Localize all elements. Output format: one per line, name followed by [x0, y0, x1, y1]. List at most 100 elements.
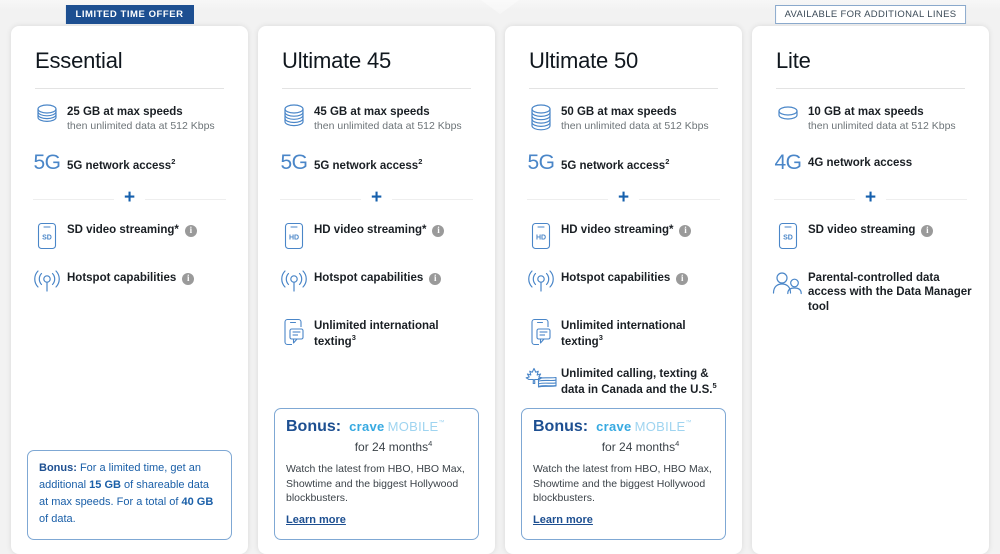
feature-label: Hotspot capabilities i — [561, 269, 689, 285]
data-allowance-text: 10 GB at max speeds then unlimited data a… — [808, 103, 956, 134]
data-allowance-text: 45 GB at max speeds then unlimited data a… — [314, 103, 462, 134]
crave-mobile-logo: crave MOBILE™ — [349, 420, 445, 433]
plan-comparison-grid: LIMITED TIME OFFER Essential 25 GB at max … — [0, 0, 1000, 554]
network-access-label: 5G network access2 — [67, 157, 176, 172]
title-divider — [776, 88, 965, 89]
bonus-text: Bonus: For a limited time, get an additi… — [39, 461, 214, 525]
phone-sd-icon: SD — [27, 221, 67, 250]
feature-item: Unlimited calling, texting & data in Can… — [521, 355, 726, 403]
feature-network-access: 5G 5G network access2 — [274, 141, 479, 183]
plus-icon: + — [123, 187, 136, 208]
data-allowance-subtitle: then unlimited data at 512 Kbps — [67, 120, 215, 133]
data-allowance-text: 50 GB at max speeds then unlimited data a… — [561, 103, 709, 134]
feature-item: Unlimited international texting3 — [274, 307, 479, 355]
feature-list-ultimate-50: 50 GB at max speeds then unlimited data a… — [521, 93, 726, 403]
info-icon[interactable]: i — [679, 224, 692, 237]
feature-label: Unlimited calling, texting & data in Can… — [561, 368, 717, 397]
feature-item: Parental-controlled data access with the… — [768, 259, 973, 316]
crave-duration: for 24 months4 — [601, 439, 680, 455]
feature-item: Hotspot capabilities i — [27, 259, 232, 307]
feature-data-allowance: 25 GB at max speeds then unlimited data a… — [27, 93, 232, 141]
title-divider — [529, 88, 718, 89]
bonus-label: Bonus: — [533, 418, 589, 436]
feature-item: HD HD video streaming* i — [274, 211, 479, 259]
international-texting-icon — [274, 317, 314, 346]
crave-header: Bonus: crave MOBILE™ — [286, 418, 467, 436]
feature-network-access: 4G 4G network access — [768, 141, 973, 183]
separator-line-left — [33, 198, 114, 200]
separator-line-right — [145, 198, 227, 200]
feature-item: SD SD video streaming* i — [27, 211, 232, 259]
learn-more-link[interactable]: Learn more — [533, 514, 593, 526]
data-allowance-subtitle: then unlimited data at 512 Kbps — [808, 120, 956, 133]
data-allowance-title: 10 GB at max speeds — [808, 106, 924, 118]
bonus-label: Bonus: — [286, 418, 342, 436]
footnote-marker: 3 — [598, 333, 603, 343]
feature-label: Parental-controlled data access with the… — [808, 272, 972, 313]
data-allowance-text: 25 GB at max speeds then unlimited data a… — [67, 103, 215, 134]
plan-title-lite: Lite — [776, 48, 811, 73]
svg-text:SD: SD — [783, 235, 793, 242]
separator-line-right — [392, 198, 474, 200]
feature-data-allowance: 50 GB at max speeds then unlimited data a… — [521, 93, 726, 141]
phone-hd-icon: HD — [521, 221, 561, 250]
footnote-marker: 3 — [351, 333, 356, 343]
feature-label: HD video streaming* i — [561, 221, 692, 237]
feature-data-allowance: 45 GB at max speeds then unlimited data a… — [274, 93, 479, 141]
feature-label: SD video streaming i — [808, 221, 934, 237]
crave-wordmark: crave — [349, 419, 385, 435]
title-divider — [35, 88, 224, 89]
footnote-marker: 4 — [675, 439, 680, 449]
feature-data-allowance: 10 GB at max speeds then unlimited data a… — [768, 93, 973, 141]
plan-card-ultimate-50[interactable]: Ultimate 50 50 GB at max speeds then unlim… — [505, 26, 742, 554]
crave-mobile-logo: crave MOBILE™ — [596, 420, 692, 433]
network-generation-glyph: 5G — [527, 151, 555, 174]
network-access-label: 5G network access2 — [561, 157, 670, 172]
separator-line-left — [774, 198, 855, 200]
svg-text:HD: HD — [536, 235, 546, 242]
feature-item: Hotspot capabilities i — [274, 259, 479, 307]
network-generation-glyph: 5G — [33, 151, 61, 174]
title-divider — [282, 88, 471, 89]
feature-network-access: 5G 5G network access2 — [27, 141, 232, 183]
crave-description: Watch the latest from HBO, HBO Max, Show… — [533, 463, 712, 504]
plus-separator: + — [527, 187, 721, 208]
international-texting-icon — [521, 317, 561, 346]
info-icon[interactable]: i — [921, 224, 934, 237]
info-icon[interactable]: i — [432, 224, 445, 237]
trademark-icon: ™ — [685, 420, 692, 427]
plan-card-essential[interactable]: LIMITED TIME OFFER Essential 25 GB at max … — [11, 5, 248, 554]
footnote-marker: 2 — [171, 157, 176, 166]
learn-more-link[interactable]: Learn more — [286, 514, 346, 526]
info-icon[interactable]: i — [429, 272, 442, 285]
network-access-label: 4G network access — [808, 157, 913, 169]
network-generation-glyph: 5G — [280, 151, 308, 174]
feature-label: Unlimited international texting3 — [561, 320, 686, 349]
data-allowance-subtitle: then unlimited data at 512 Kbps — [561, 120, 709, 133]
info-icon[interactable]: i — [184, 224, 197, 237]
hotspot-icon — [274, 269, 314, 294]
separator-line-right — [886, 198, 968, 200]
phone-hd-icon: HD — [274, 221, 314, 250]
separator-line-left — [280, 198, 361, 200]
crave-wordmark: crave — [596, 419, 632, 435]
svg-text:HD: HD — [289, 235, 299, 242]
network-generation-glyph: 4G — [774, 151, 802, 174]
info-icon[interactable]: i — [182, 272, 195, 285]
data-disc-icon — [768, 103, 808, 122]
network-access-label: 5G network access2 — [314, 157, 423, 172]
plus-icon: + — [617, 187, 630, 208]
crave-mobile-suffix: MOBILE — [634, 419, 686, 435]
plan-card-ultimate-45[interactable]: Ultimate 45 45 GB at max speeds then unlim… — [258, 26, 495, 554]
data-allowance-title: 45 GB at max speeds — [314, 106, 430, 118]
plan-title-ultimate-50: Ultimate 50 — [529, 48, 639, 73]
flex-spacer — [274, 355, 479, 408]
plan-card-lite[interactable]: AVAILABLE FOR ADDITIONAL LINES Lite 10 GB … — [752, 5, 989, 554]
info-icon[interactable]: i — [676, 272, 689, 285]
plus-separator: + — [33, 187, 227, 208]
crave-description: Watch the latest from HBO, HBO Max, Show… — [286, 463, 465, 504]
footnote-marker: 4 — [428, 439, 433, 449]
plus-separator: + — [774, 188, 968, 207]
feature-list-ultimate-45: 45 GB at max speeds then unlimited data a… — [274, 93, 479, 355]
bonus-box-ultimate-45: Bonus: crave MOBILE™ for 24 months4 Watch th… — [274, 408, 479, 540]
